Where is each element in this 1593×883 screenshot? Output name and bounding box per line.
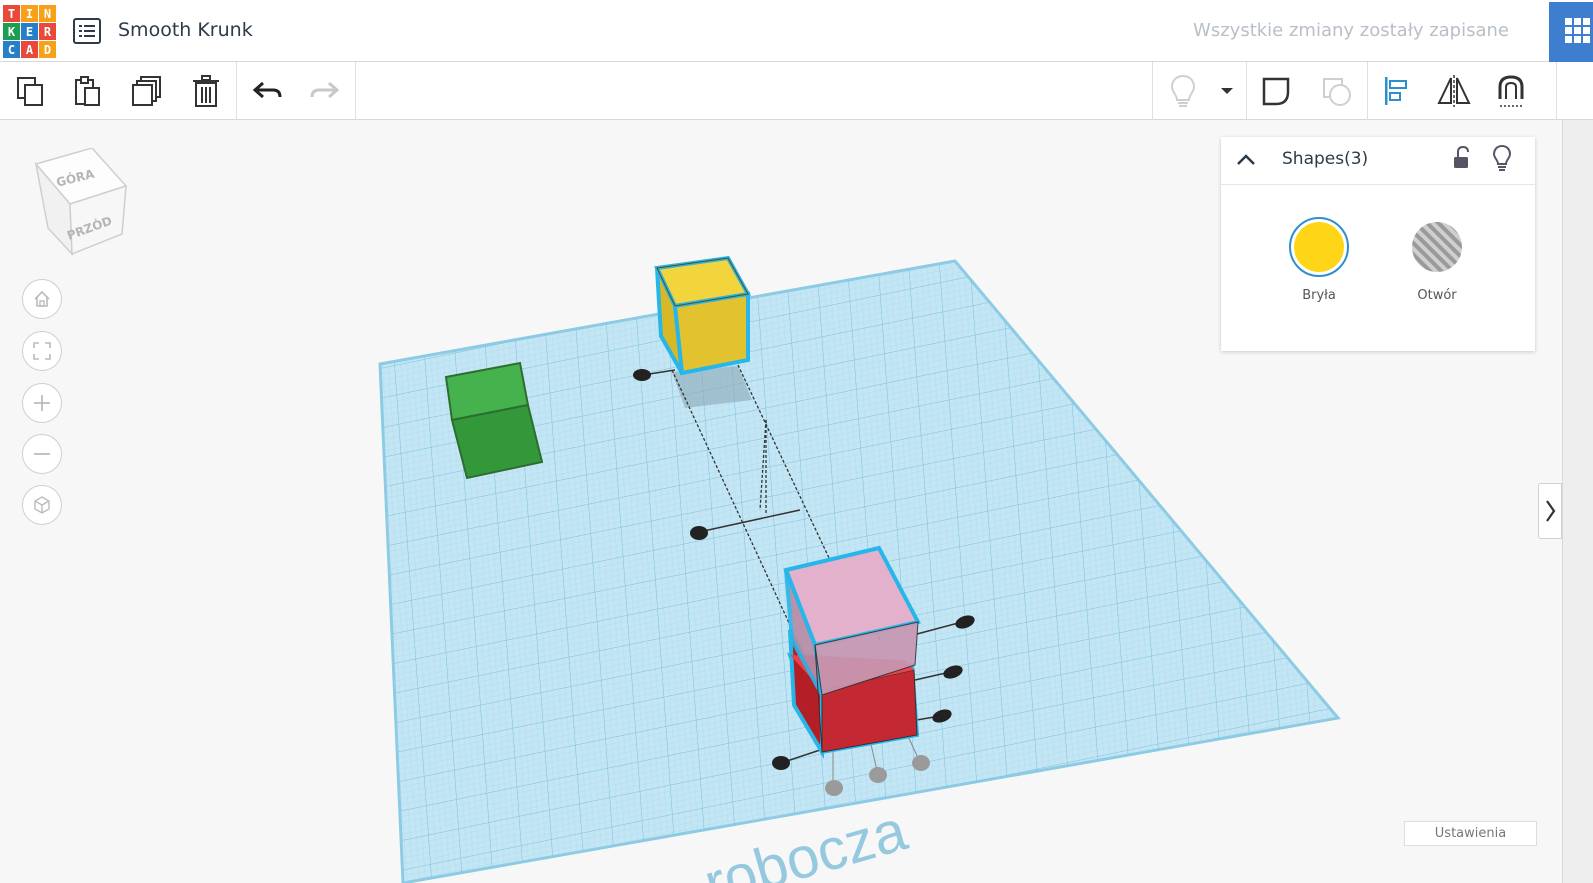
redo-button[interactable] [306, 72, 344, 110]
duplicate-icon [132, 76, 161, 106]
right-sidebar-strip [1562, 120, 1593, 883]
panel-collapse-button[interactable] [1538, 483, 1562, 539]
tinkercad-logo[interactable]: T I N K E R C A D [3, 5, 57, 59]
chevron-up-icon[interactable] [1235, 151, 1257, 169]
solid-color-swatch [1289, 217, 1349, 277]
group-button[interactable] [1258, 72, 1296, 110]
light-bulb-icon [1170, 74, 1196, 107]
show-all-dropdown[interactable] [1209, 72, 1245, 110]
logo-letter: I [21, 5, 38, 22]
solid-swatch-button[interactable] [1288, 216, 1350, 278]
zoom-in-button[interactable] [22, 383, 62, 423]
duplicate-button[interactable] [128, 72, 166, 110]
delete-button[interactable] [187, 72, 225, 110]
shapes-inspector-panel: Shapes(3) Bryła Otwór [1221, 137, 1535, 351]
perspective-button[interactable] [22, 485, 62, 525]
unlock-icon[interactable] [1451, 145, 1473, 171]
toolbar-divider [355, 62, 356, 120]
toolbar [0, 62, 1593, 120]
logo-letter: N [39, 5, 56, 22]
paste-button[interactable] [68, 72, 106, 110]
design-list-icon[interactable] [72, 16, 102, 46]
toolbar-divider [236, 62, 237, 120]
logo-letter: D [39, 41, 56, 58]
view-cube[interactable]: GÓRA PRZÓD [30, 147, 140, 262]
undo-button[interactable] [248, 72, 286, 110]
apps-grid-icon [1565, 18, 1590, 43]
save-status: Wszystkie zmiany zostały zapisane [1193, 20, 1509, 41]
paste-icon [75, 76, 100, 106]
show-all-button[interactable] [1164, 72, 1202, 110]
home-icon [34, 290, 50, 307]
zoom-out-icon [34, 453, 50, 455]
panel-title: Shapes(3) [1282, 149, 1369, 169]
home-view-button[interactable] [22, 279, 62, 319]
ungroup-button[interactable] [1318, 72, 1356, 110]
hole-label: Otwór [1417, 288, 1457, 303]
toolbar-divider [1246, 62, 1247, 120]
logo-letter: T [3, 5, 20, 22]
dropdown-arrow-icon [1221, 88, 1233, 94]
yellow-box[interactable] [654, 255, 752, 376]
copy-icon [17, 77, 43, 106]
logo-letter: R [39, 23, 56, 40]
cruise-button[interactable] [1493, 72, 1531, 110]
mirror-icon [1437, 75, 1471, 107]
redo-icon [310, 81, 340, 99]
fit-view-button[interactable] [22, 331, 62, 371]
logo-letter: A [21, 41, 38, 58]
mirror-button[interactable] [1435, 72, 1473, 110]
light-bulb-icon[interactable] [1491, 144, 1513, 172]
project-title[interactable]: Smooth Krunk [118, 19, 253, 41]
chevron-right-icon [1546, 500, 1556, 522]
toolbar-divider [1152, 62, 1153, 120]
app-header: T I N K E R C A D Smooth Krunk Wszystkie… [0, 0, 1593, 62]
solid-label: Bryła [1302, 288, 1336, 303]
panel-header: Shapes(3) [1221, 137, 1535, 185]
settings-button[interactable]: Ustawienia [1404, 821, 1537, 846]
toolbar-divider [1556, 62, 1557, 120]
zoom-in-icon [34, 395, 50, 411]
delete-icon [193, 75, 219, 107]
copy-button[interactable] [11, 72, 49, 110]
magnet-icon [1498, 75, 1524, 107]
logo-letter: C [3, 41, 20, 58]
apps-grid-button[interactable] [1549, 2, 1593, 62]
toolbar-divider [1367, 62, 1368, 120]
zoom-out-button[interactable] [22, 434, 62, 474]
align-button[interactable] [1378, 72, 1416, 110]
fit-view-icon [33, 342, 51, 360]
group-icon [1262, 77, 1290, 106]
ungroup-icon [1323, 78, 1351, 106]
align-icon [1385, 77, 1407, 105]
perspective-icon [34, 496, 50, 514]
logo-letter: E [21, 23, 38, 40]
logo-letter: K [3, 23, 20, 40]
hole-stripes-icon [1412, 222, 1462, 272]
undo-icon [252, 81, 282, 99]
hole-swatch-button[interactable] [1406, 216, 1468, 278]
